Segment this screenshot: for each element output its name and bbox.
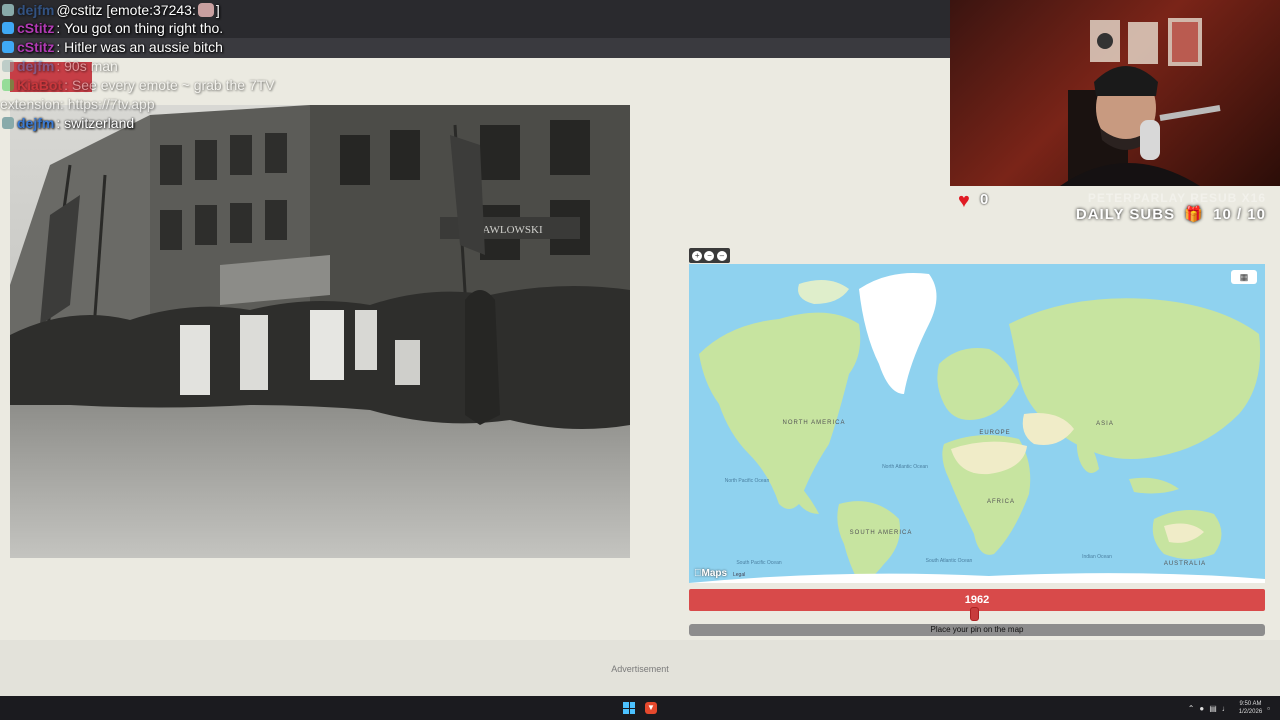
label-north-america: NORTH AMERICA — [783, 420, 846, 426]
storefront-sign: PAWLOWSKI — [477, 224, 543, 236]
chat-message: dejfm: switzerland — [0, 113, 134, 132]
daily-subs-value: 10 / 10 — [1213, 206, 1266, 223]
chat-username: cStitz — [17, 19, 55, 36]
clock-time: 9:50 AM — [1239, 701, 1262, 707]
legal-link[interactable]: Legal — [733, 572, 745, 578]
label-south-atlantic: South Atlantic Ocean — [926, 558, 973, 564]
chat-text: switzerland — [64, 114, 135, 131]
daily-subs-label: DAILY SUBS — [1075, 206, 1176, 223]
clock-date: 1/2/2026 — [1238, 709, 1263, 715]
mic-icon[interactable]: ● — [1199, 704, 1204, 713]
zoom-in-icon[interactable]: + — [692, 250, 703, 261]
chat-username: cStitz — [17, 38, 55, 55]
chat-username: dejfm — [17, 57, 55, 74]
label-south-america: SOUTH AMERICA — [850, 530, 913, 536]
network-icon[interactable]: ▤ — [1209, 704, 1217, 713]
map-layers-button[interactable]: ▦ — [1231, 270, 1257, 284]
label-north-atlantic: North Atlantic Ocean — [882, 464, 928, 470]
user-badge-icon — [2, 3, 14, 16]
chat-text: Hitler was an aussie bitch — [64, 38, 223, 55]
label-south-pacific: South Pacific Ocean — [736, 560, 782, 566]
chat-text: You got on thing right tho. — [64, 19, 224, 36]
chat-text: See every emote ~ grab the 7TV — [71, 76, 275, 93]
chat-message: KiaBot: See every emote ~ grab the 7TV — [0, 75, 275, 94]
heart-count: 0 — [980, 191, 989, 208]
world-map[interactable]: NORTH AMERICA SOUTH AMERICA EUROPE ASIA … — [689, 264, 1265, 583]
minimize-icon[interactable]: – — [716, 250, 727, 261]
chat-username: KiaBot — [17, 76, 63, 93]
chat-text: 90s man — [64, 57, 118, 74]
maps-attribution: Maps — [694, 568, 727, 579]
chat-text: extension: https://7tv.app — [0, 95, 155, 112]
browser-taskbar-icon[interactable]: ▼ — [645, 702, 657, 714]
clock[interactable]: 9:50 AM 1/2/2026 — [1239, 700, 1262, 716]
zoom-out-icon[interactable]: − — [704, 250, 715, 261]
historical-photo: PAWLOWSKI — [10, 105, 630, 558]
advertisement-label: Advertisement — [611, 664, 669, 674]
resub-alert: PETERPARLAY RESUB X16 — [1087, 191, 1266, 205]
map-toolbar: + − – — [689, 248, 730, 263]
chat-message: dejfm @cstitz [emote:37243: ] — [0, 0, 220, 19]
label-australia: AUSTRALIA — [1164, 561, 1206, 567]
user-badge-icon — [2, 116, 14, 129]
heart-icon: ♥ — [958, 190, 970, 212]
chat-message: dejfm: 90s man — [0, 56, 118, 75]
chat-text-suffix: ] — [215, 1, 220, 18]
taskbar — [0, 696, 1280, 720]
label-europe: EUROPE — [979, 430, 1010, 436]
label-indian: Indian Ocean — [1082, 554, 1112, 560]
streamer-webcam — [950, 0, 1280, 186]
label-asia: ASIA — [1096, 421, 1114, 427]
year-slider-handle[interactable] — [970, 607, 979, 621]
chat-message: cStitz: Hitler was an aussie bitch — [0, 37, 223, 56]
user-badge-icon — [2, 40, 14, 53]
chevron-up-icon[interactable]: ⌃ — [1188, 704, 1195, 713]
volume-icon[interactable]: ♩ — [1222, 704, 1230, 713]
chat-username: dejfm — [17, 114, 55, 131]
gift-icon: 🎁 — [1184, 206, 1204, 223]
bot-badge-icon — [2, 78, 14, 91]
start-menu-icon[interactable] — [623, 702, 635, 714]
user-badge-icon — [2, 21, 14, 34]
daily-subs: DAILY SUBS 🎁 10 / 10 — [1076, 205, 1266, 223]
label-north-pacific: North Pacific Ocean — [725, 478, 770, 484]
chat-text: @cstitz [emote:37243: — [56, 1, 196, 18]
chat-message-continued: extension: https://7tv.app — [0, 94, 155, 113]
system-tray: ⌃ ● ▤ ♩ 9:50 AM 1/2/2026 ▫ — [1188, 698, 1270, 718]
chat-username: dejfm — [17, 1, 55, 18]
stream-stats-overlay: ♥ 0 PETERPARLAY RESUB X16 DAILY SUBS 🎁 1… — [950, 186, 1280, 230]
notification-icon[interactable]: ▫ — [1267, 704, 1270, 713]
label-africa: AFRICA — [987, 499, 1015, 505]
place-pin-button[interactable]: Place your pin on the map — [689, 624, 1265, 636]
emote-icon — [197, 2, 214, 17]
user-badge-icon — [2, 59, 14, 72]
chat-message: cStitz: You got on thing right tho. — [0, 18, 223, 37]
